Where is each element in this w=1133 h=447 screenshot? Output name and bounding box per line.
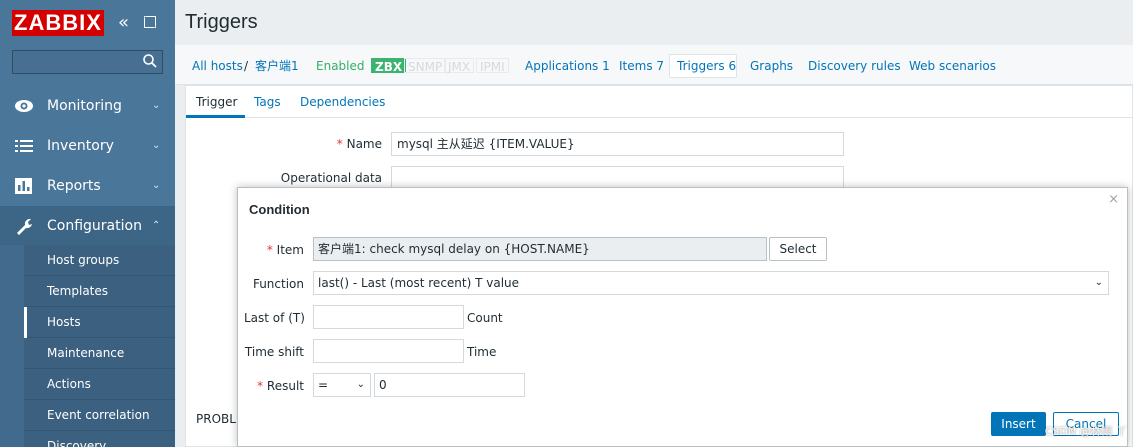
- discovery-rules-link[interactable]: Discovery rules: [808, 58, 901, 74]
- result-label: * Result: [257, 379, 304, 393]
- name-label: * Name: [336, 137, 382, 151]
- submenu-item-discovery[interactable]: Discovery: [24, 431, 175, 447]
- chevron-down-icon: ⌄: [152, 100, 161, 111]
- items-link[interactable]: Items 7: [619, 58, 664, 74]
- menu-label: Reports: [47, 178, 101, 194]
- menu-label: Configuration: [47, 218, 142, 234]
- eye-icon: [15, 100, 33, 112]
- list-icon: [15, 140, 33, 152]
- result-value-input[interactable]: 0: [374, 373, 525, 397]
- select-item-button[interactable]: Select: [769, 237, 827, 261]
- menu-label: Inventory: [47, 138, 114, 154]
- kiosk-mode-icon[interactable]: [144, 16, 156, 28]
- insert-button[interactable]: Insert: [991, 412, 1046, 436]
- submenu-item-host-groups[interactable]: Host groups: [24, 245, 175, 276]
- menu-inventory[interactable]: Inventory ⌄: [0, 126, 175, 166]
- chevron-up-icon: ⌃: [152, 220, 161, 231]
- breadcrumb-separator: /: [244, 59, 249, 73]
- csdn-watermark: CSDN @林雨 丫: [1044, 425, 1127, 438]
- host-navigation: All hosts / 客户端1 Enabled ZBX SNMP JMX IP…: [175, 45, 1133, 85]
- tab-tags[interactable]: Tags: [254, 95, 281, 109]
- tab-dependencies[interactable]: Dependencies: [300, 95, 385, 109]
- submenu-indent: [0, 245, 24, 447]
- chevron-down-icon: ⌄: [152, 180, 161, 191]
- name-input[interactable]: mysql 主从延迟 {ITEM.VALUE}: [391, 132, 844, 156]
- condition-dialog: Condition × * Item 客户端1: check mysql del…: [237, 187, 1128, 447]
- chevron-down-icon: ⌄: [356, 379, 365, 390]
- last-of-input[interactable]: [313, 305, 464, 329]
- applications-link[interactable]: Applications 1: [525, 58, 610, 74]
- count-label: Count: [467, 311, 503, 325]
- chevron-down-icon: ⌄: [152, 140, 161, 151]
- menu-configuration[interactable]: Configuration ⌃: [0, 206, 175, 246]
- time-label: Time: [467, 345, 497, 359]
- item-input[interactable]: 客户端1: check mysql delay on {HOST.NAME}: [313, 237, 767, 261]
- result-operator-value: =: [318, 378, 329, 392]
- host-link[interactable]: 客户端1: [255, 58, 299, 74]
- function-selected-value: last() - Last (most recent) T value: [318, 276, 520, 290]
- submenu-item-event-correlation[interactable]: Event correlation: [24, 400, 175, 431]
- wrench-icon: [17, 218, 32, 235]
- close-icon[interactable]: ×: [1108, 192, 1119, 207]
- menu-reports[interactable]: Reports ⌄: [0, 166, 175, 206]
- item-label: * Item: [266, 243, 304, 257]
- page-title: Triggers: [185, 11, 258, 33]
- availability-zbx-badge: ZBX: [371, 58, 407, 74]
- availability-ipmi-badge: IPMI: [476, 58, 509, 74]
- search-icon[interactable]: [143, 54, 157, 68]
- web-scenarios-link[interactable]: Web scenarios: [909, 58, 996, 74]
- availability-jmx-badge: JMX: [444, 58, 475, 74]
- result-operator-select[interactable]: = ⌄: [313, 373, 371, 397]
- last-of-label: Last of (T): [244, 311, 305, 325]
- function-select[interactable]: last() - Last (most recent) T value ⌄: [313, 271, 1109, 295]
- operational-data-label: Operational data: [280, 171, 382, 185]
- problem-expression-label: PROBL: [196, 412, 236, 426]
- active-tab-indicator: [186, 115, 245, 118]
- tab-trigger[interactable]: Trigger: [196, 95, 237, 109]
- configuration-submenu: Host groups Templates Hosts Maintenance …: [24, 245, 175, 447]
- zabbix-logo[interactable]: ZABBIX: [12, 10, 104, 36]
- availability-snmp-badge: SNMP: [404, 58, 447, 74]
- form-tabs: Trigger Tags Dependencies: [186, 86, 1132, 118]
- dialog-title: Condition: [249, 202, 310, 217]
- menu-monitoring[interactable]: Monitoring ⌄: [0, 86, 175, 126]
- triggers-link[interactable]: Triggers 6: [677, 58, 736, 74]
- bar-chart-icon: [15, 178, 32, 194]
- submenu-item-maintenance[interactable]: Maintenance: [24, 338, 175, 369]
- function-label: Function: [252, 277, 304, 291]
- menu-label: Monitoring: [47, 98, 122, 114]
- sidebar-search-input[interactable]: [12, 50, 163, 74]
- chevron-down-icon: ⌄: [1094, 277, 1103, 288]
- time-shift-label: Time shift: [244, 345, 304, 359]
- collapse-sidebar-icon[interactable]: «: [118, 14, 129, 32]
- graphs-link[interactable]: Graphs: [750, 58, 793, 74]
- sidebar: ZABBIX « Monitoring ⌄ Inventory ⌄ Report: [0, 0, 175, 447]
- all-hosts-link[interactable]: All hosts: [192, 58, 243, 74]
- submenu-item-hosts[interactable]: Hosts: [24, 307, 175, 338]
- submenu-item-actions[interactable]: Actions: [24, 369, 175, 400]
- host-status-enabled[interactable]: Enabled: [316, 58, 365, 74]
- time-shift-input[interactable]: [313, 339, 464, 363]
- submenu-item-templates[interactable]: Templates: [24, 276, 175, 307]
